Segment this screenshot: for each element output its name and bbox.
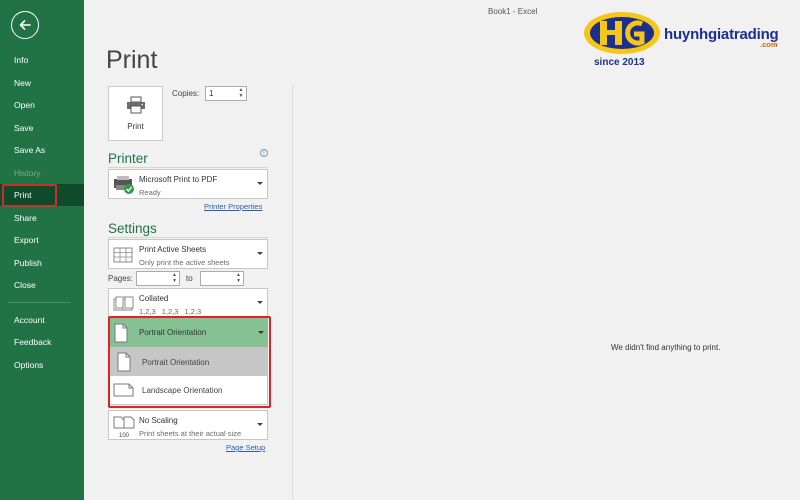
print-button-label: Print xyxy=(127,122,144,131)
printer-icon xyxy=(126,96,145,114)
sidebar-item-save-as[interactable]: Save As xyxy=(0,139,84,161)
sheet-grid-icon xyxy=(113,247,133,263)
chevron-down-icon xyxy=(257,252,263,255)
copies-value: 1 xyxy=(209,89,214,98)
window-title: Book1 - Excel xyxy=(488,7,538,16)
sidebar-item-open[interactable]: Open xyxy=(0,94,84,116)
info-icon[interactable]: i xyxy=(260,149,268,157)
to-label: to xyxy=(186,274,193,283)
orientation-option-label: Landscape Orientation xyxy=(142,386,223,395)
orientation-selected-label: Portrait Orientation xyxy=(139,328,207,337)
preview-empty-message: We didn't find anything to print. xyxy=(611,343,721,352)
back-button[interactable] xyxy=(11,11,39,39)
logo-domain: .com xyxy=(760,40,778,49)
pages-to-input[interactable]: ▲ ▼ xyxy=(200,271,244,286)
chevron-down-icon xyxy=(258,330,264,334)
sidebar-item-publish[interactable]: Publish xyxy=(0,252,84,274)
sidebar-item-options[interactable]: Options xyxy=(0,354,84,376)
landscape-page-icon xyxy=(113,383,134,397)
scaling-subtitle: Print sheets at their actual size xyxy=(139,429,242,438)
sidebar-item-share[interactable]: Share xyxy=(0,207,84,229)
sidebar-divider xyxy=(8,302,70,303)
print-scope-subtitle: Only print the active sheets xyxy=(139,258,230,267)
brand-logo: huynhgiatrading .com since 2013 xyxy=(578,6,793,70)
logo-mark-icon xyxy=(584,12,660,54)
collation-subtitle: 1,2,3 1,2,3 1,2,3 xyxy=(139,307,202,316)
settings-heading-rule xyxy=(108,237,268,238)
printer-heading-rule xyxy=(108,167,268,168)
spin-down-icon[interactable]: ▼ xyxy=(235,279,242,284)
sidebar-item-close[interactable]: Close xyxy=(0,274,84,296)
printer-status: Ready xyxy=(139,188,161,197)
sidebar-item-save[interactable]: Save xyxy=(0,117,84,139)
printer-select[interactable]: Microsoft Print to PDF Ready xyxy=(108,169,268,199)
spin-down-icon[interactable]: ▼ xyxy=(171,279,178,284)
print-button[interactable]: Print xyxy=(108,86,163,141)
pages-to-spinner[interactable]: ▲ ▼ xyxy=(235,273,242,284)
copies-spinner[interactable]: ▲ ▼ xyxy=(237,88,245,99)
copies-stepper[interactable]: 1 ▲ ▼ xyxy=(205,86,247,101)
printer-name: Microsoft Print to PDF xyxy=(139,175,218,184)
sidebar-item-history: History xyxy=(14,168,41,178)
page-setup-link[interactable]: Page Setup xyxy=(226,443,265,452)
orientation-option-label: Portrait Orientation xyxy=(142,358,210,367)
print-scope-select[interactable]: Print Active Sheets Only print the activ… xyxy=(108,239,268,269)
portrait-page-icon xyxy=(117,352,131,372)
orientation-option-landscape[interactable]: Landscape Orientation xyxy=(110,376,267,404)
collation-select[interactable]: Collated 1,2,3 1,2,3 1,2,3 xyxy=(108,288,268,318)
pages-from-input[interactable]: ▲ ▼ xyxy=(136,271,180,286)
scaling-title: No Scaling xyxy=(139,416,178,425)
scaling-icon: 100 xyxy=(113,416,135,438)
chevron-down-icon xyxy=(257,301,263,304)
backstage-sidebar: Info New Open Save Save As History Print… xyxy=(0,0,84,500)
sidebar-item-info[interactable]: Info xyxy=(0,49,84,71)
print-scope-title: Print Active Sheets xyxy=(139,245,207,254)
sidebar-item-new[interactable]: New xyxy=(0,72,84,94)
sidebar-item-export[interactable]: Export xyxy=(0,229,84,251)
orientation-select[interactable]: Portrait Orientation xyxy=(109,318,268,347)
sidebar-item-feedback[interactable]: Feedback xyxy=(0,331,84,353)
orientation-option-portrait[interactable]: Portrait Orientation xyxy=(110,348,267,376)
pdf-printer-icon xyxy=(114,176,134,194)
settings-heading: Settings xyxy=(108,221,157,236)
print-highlight-box xyxy=(2,184,57,207)
collated-pages-icon xyxy=(113,296,134,311)
printer-heading: Printer xyxy=(108,151,148,166)
printer-properties-link[interactable]: Printer Properties xyxy=(204,202,262,211)
portrait-page-icon xyxy=(114,323,128,343)
spin-down-icon[interactable]: ▼ xyxy=(237,94,245,99)
copies-label: Copies: xyxy=(172,89,200,98)
page-title: Print xyxy=(106,46,158,74)
chevron-down-icon xyxy=(257,182,263,185)
back-arrow-icon xyxy=(19,20,31,30)
pages-label: Pages: xyxy=(108,274,133,283)
pages-from-spinner[interactable]: ▲ ▼ xyxy=(171,273,178,284)
svg-text:100: 100 xyxy=(119,433,130,438)
preview-divider xyxy=(292,84,293,500)
logo-since: since 2013 xyxy=(594,57,645,68)
chevron-down-icon xyxy=(257,423,263,426)
orientation-menu: Portrait Orientation Landscape Orientati… xyxy=(109,347,268,405)
collation-title: Collated xyxy=(139,294,169,303)
sidebar-item-account[interactable]: Account xyxy=(0,309,84,331)
scaling-select[interactable]: 100 No Scaling Print sheets at their act… xyxy=(108,410,268,440)
